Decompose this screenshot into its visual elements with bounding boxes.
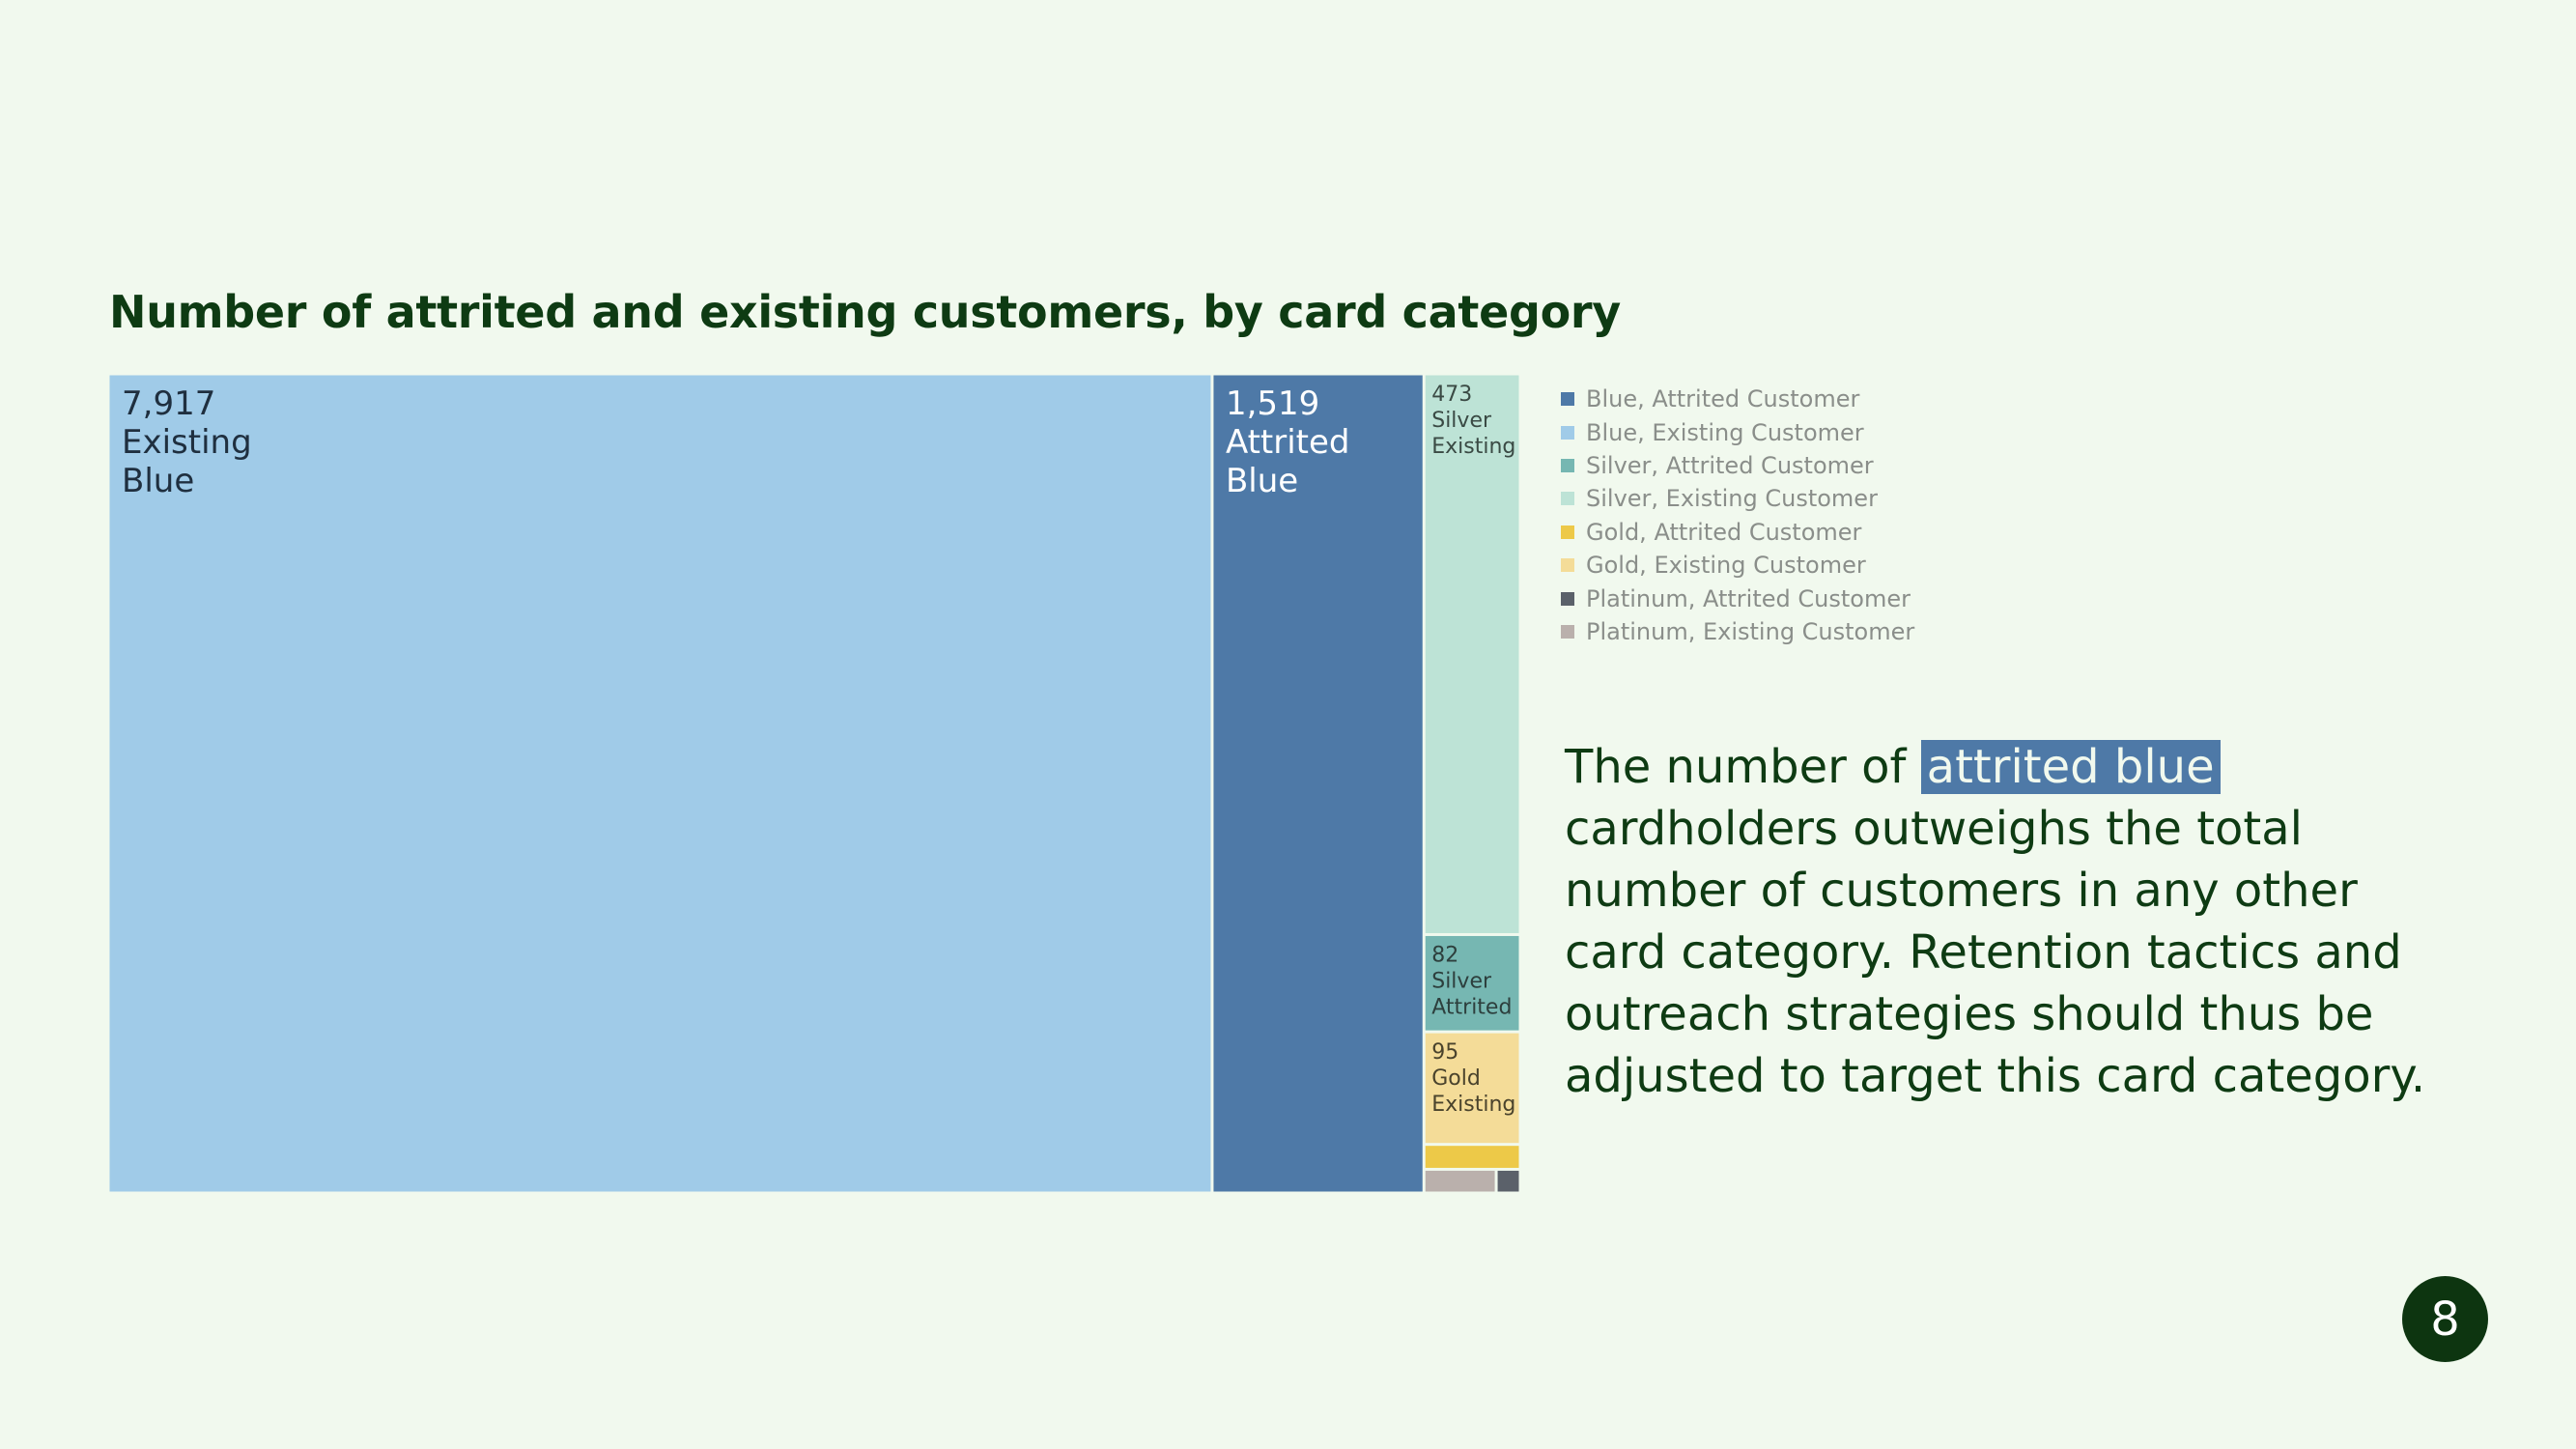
insight-text-after: cardholders outweighs the total number o… <box>1565 802 2426 1103</box>
treemap-label-silver-existing: 473 <box>1431 383 1472 407</box>
treemap-tile-platinum-existing <box>1425 1170 1495 1192</box>
chart-title: Number of attrited and existing customer… <box>109 286 1621 338</box>
legend-label: Platinum, Existing Customer <box>1586 617 1915 645</box>
legend-label: Blue, Existing Customer <box>1586 418 1864 446</box>
legend-swatch <box>1561 591 1574 606</box>
insight-text-before: The number of <box>1565 740 1921 794</box>
legend-label: Platinum, Attrited Customer <box>1586 584 1911 612</box>
treemap-label-silver-existing: Silver <box>1431 409 1492 433</box>
treemap-label-blue-attrited: 1,519 <box>1226 384 1319 423</box>
page-number-badge: 8 <box>2402 1276 2488 1362</box>
chart-legend: Blue, Attrited Customer Blue, Existing Cu… <box>1561 383 1914 648</box>
legend-label: Gold, Existing Customer <box>1586 552 1866 580</box>
treemap-tile-gold-attrited <box>1425 1146 1519 1168</box>
legend-item: Blue, Attrited Customer <box>1561 383 1914 415</box>
treemap-label-gold-existing: Existing <box>1431 1093 1515 1117</box>
treemap-label-gold-existing: Gold <box>1431 1066 1481 1091</box>
legend-swatch <box>1561 525 1574 539</box>
insight-text: The number of attrited blue cardholders … <box>1565 736 2434 1107</box>
legend-label: Silver, Attrited Customer <box>1586 451 1874 479</box>
legend-swatch <box>1561 392 1574 407</box>
legend-item: Blue, Existing Customer <box>1561 415 1914 448</box>
treemap-label-blue-attrited: Attrited <box>1226 423 1350 462</box>
legend-swatch <box>1561 458 1574 472</box>
treemap-label-gold-existing: 95 <box>1431 1040 1458 1065</box>
legend-item: Silver, Attrited Customer <box>1561 449 1914 482</box>
treemap-tile-platinum-attrited <box>1497 1170 1519 1192</box>
insight-highlight: attrited blue <box>1920 740 2221 794</box>
legend-swatch <box>1561 425 1574 440</box>
treemap-tile-blue-existing <box>109 375 1211 1192</box>
legend-item: Gold, Existing Customer <box>1561 549 1914 582</box>
treemap-label-blue-existing: Blue <box>122 462 194 500</box>
treemap-label-blue-existing: 7,917 <box>122 384 215 423</box>
legend-swatch <box>1561 624 1574 639</box>
legend-item: Gold, Attrited Customer <box>1561 516 1914 549</box>
legend-label: Blue, Attrited Customer <box>1586 385 1860 413</box>
treemap-chart: 7,917ExistingBlue1,519AttritedBlue473Sil… <box>109 375 1519 1192</box>
treemap-label-silver-existing: Existing <box>1431 435 1515 459</box>
legend-item: Silver, Existing Customer <box>1561 482 1914 515</box>
treemap-label-blue-existing: Existing <box>122 423 252 462</box>
legend-swatch <box>1561 558 1574 573</box>
legend-label: Silver, Existing Customer <box>1586 485 1878 513</box>
legend-item: Platinum, Attrited Customer <box>1561 582 1914 614</box>
treemap-label-blue-attrited: Blue <box>1226 462 1298 500</box>
treemap-label-silver-attrited: Attrited <box>1431 995 1512 1019</box>
legend-swatch <box>1561 492 1574 506</box>
treemap-tile-silver-existing <box>1425 375 1519 933</box>
legend-label: Gold, Attrited Customer <box>1586 518 1862 546</box>
legend-item: Platinum, Existing Customer <box>1561 615 1914 648</box>
treemap-label-silver-attrited: Silver <box>1431 969 1492 993</box>
treemap-label-silver-attrited: 82 <box>1431 943 1458 967</box>
